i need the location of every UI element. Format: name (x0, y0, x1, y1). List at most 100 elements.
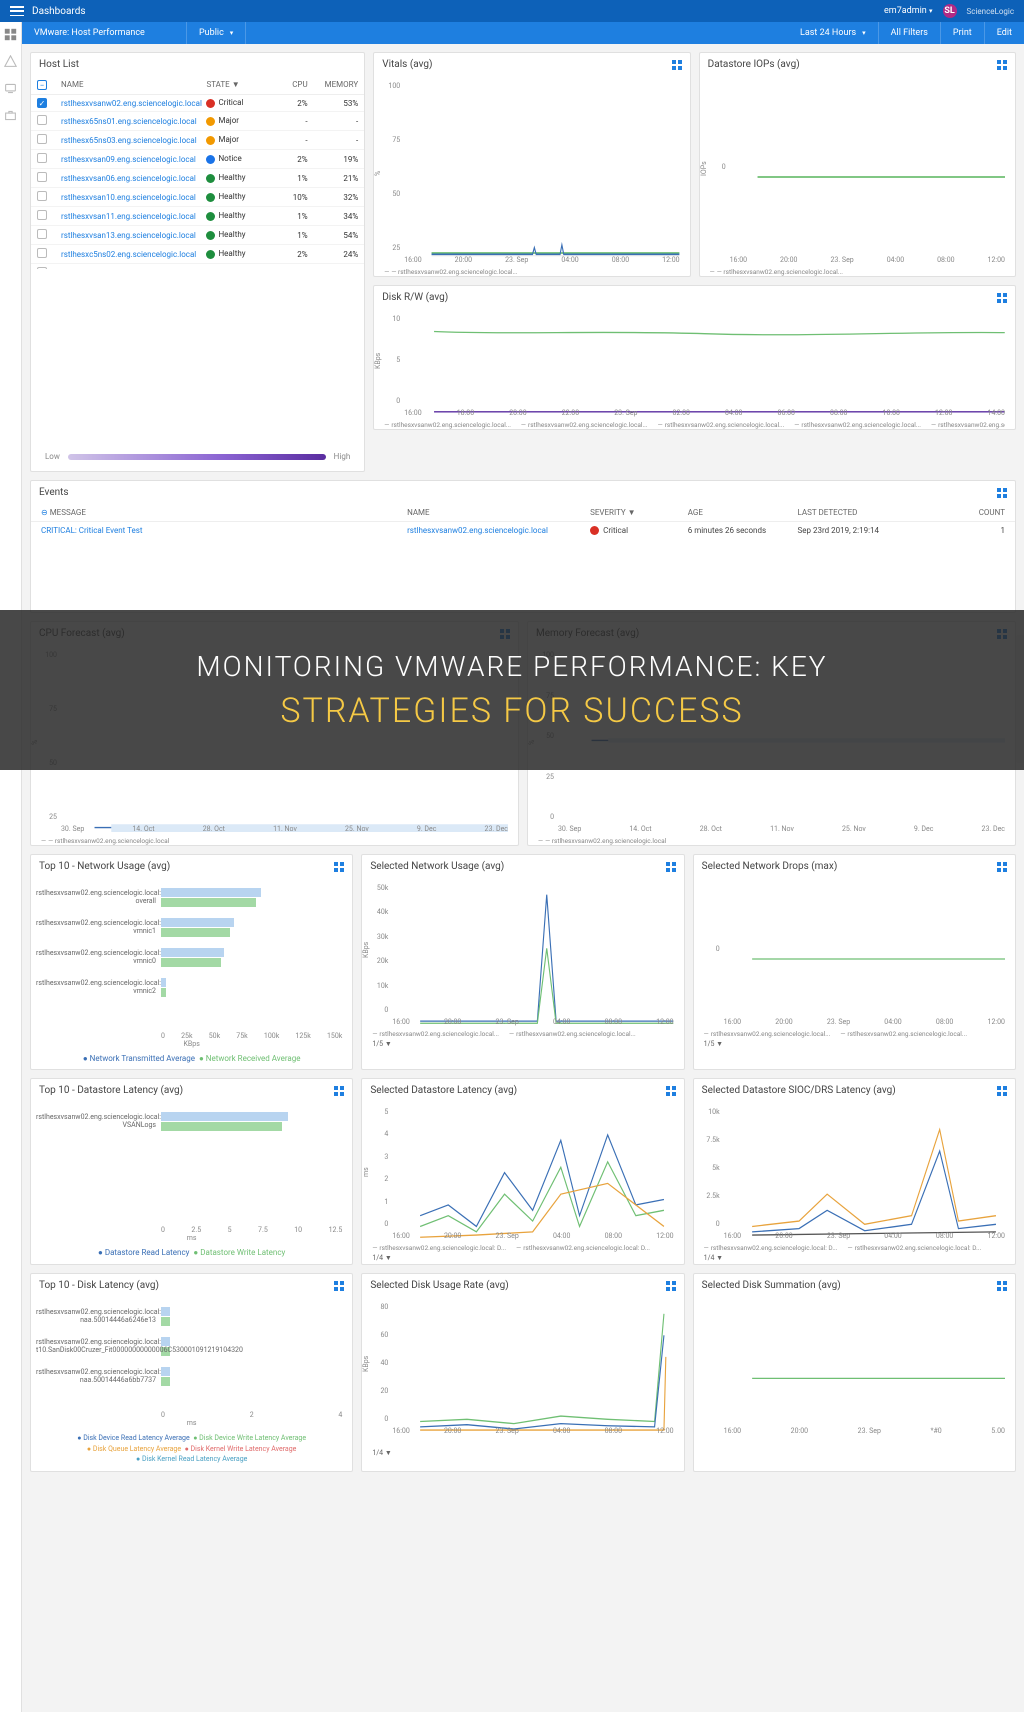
legend: Datastore Read Latency Datastore Write L… (31, 1242, 352, 1263)
selected-disk-rate-chart[interactable]: KBps 806040200 16:0020:0023. Sep04:0008:… (362, 1297, 683, 1447)
host-row[interactable]: rstlhesxvsan10.eng.sciencelogic.local He… (31, 188, 364, 207)
panel-menu-icon[interactable] (997, 1281, 1007, 1291)
row-checkbox[interactable] (37, 229, 47, 239)
row-checkbox[interactable] (37, 210, 47, 220)
brand-logo-icon: SL (943, 4, 957, 18)
selected-disk-summation-chart[interactable]: 16:0020:0023. Sep*#05.00 (694, 1297, 1015, 1447)
panel-menu-icon[interactable] (666, 1281, 676, 1291)
col-state[interactable]: STATE ▼ (206, 80, 269, 90)
visibility-dropdown[interactable]: Public ▾ (187, 22, 246, 44)
panel-menu-icon[interactable] (997, 488, 1007, 498)
host-name[interactable]: rstlhesxvsan11.eng.sciencelogic.local (61, 212, 206, 221)
app-title: Dashboards (32, 6, 86, 17)
host-row[interactable]: rstlhesxc5ns02.eng.sciencelogic.local He… (31, 245, 364, 264)
col-severity[interactable]: SEVERITY ▼ (590, 508, 688, 517)
row-checkbox[interactable]: ✓ (37, 98, 47, 108)
col-count[interactable]: COUNT (944, 508, 1005, 517)
panel-menu-icon[interactable] (997, 862, 1007, 872)
breadcrumb[interactable]: VMware: Host Performance (22, 22, 187, 44)
row-checkbox[interactable] (37, 153, 47, 163)
host-row[interactable]: rstlhesxvsan13.eng.sciencelogic.local He… (31, 226, 364, 245)
panel-menu-icon[interactable] (334, 1086, 344, 1096)
dashboard-icon[interactable] (4, 28, 17, 41)
all-filters-button[interactable]: All Filters (879, 22, 941, 44)
host-list-rows[interactable]: ✓ rstlhesxvsanw02.eng.sciencelogic.local… (31, 95, 364, 269)
host-row[interactable]: rstlhesxvsan11.eng.sciencelogic.local He… (31, 207, 364, 226)
row-checkbox[interactable] (37, 115, 47, 125)
host-name[interactable]: rstlhesxvsan06.eng.sciencelogic.local (61, 174, 206, 183)
vitals-chart[interactable]: 100755025 % 16:0020:0023. Sep04:0008:001… (374, 76, 689, 276)
panel-menu-icon[interactable] (672, 60, 682, 70)
pager[interactable]: 1/5 ▼ (694, 1038, 1015, 1050)
selected-drops-chart[interactable]: 0 16:0020:0023. Sep04:0008:0012:00 rstlh… (694, 878, 1015, 1038)
top10-disk-chart[interactable]: rstlhesxvsanw02.eng.sciencelogic.local: … (31, 1297, 352, 1407)
col-age[interactable]: AGE (688, 508, 798, 517)
panel-menu-icon[interactable] (334, 1281, 344, 1291)
row-checkbox[interactable] (37, 191, 47, 201)
host-name[interactable]: rstlhesxvsanw02.eng.sciencelogic.local (61, 99, 206, 108)
top10-datastore-chart[interactable]: rstlhesxvsanw02.eng.sciencelogic.local: … (31, 1102, 352, 1222)
panel-menu-icon[interactable] (997, 60, 1007, 70)
legend: Network Transmitted Average Network Rece… (31, 1048, 352, 1069)
col-name[interactable]: NAME (61, 80, 206, 90)
col-message[interactable]: MESSAGE (50, 508, 86, 517)
col-memory[interactable]: MEMORY (308, 80, 359, 90)
row-checkbox[interactable] (37, 248, 47, 258)
host-name[interactable]: rstlhesxvsan09.eng.sciencelogic.local (61, 155, 206, 164)
selected-sioc-chart[interactable]: 10k7.5k5k2.5k0 16:0020:0023. Sep04:0008:… (694, 1102, 1015, 1252)
host-row[interactable]: rstlhesxvsan09.eng.sciencelogic.local No… (31, 150, 364, 169)
alert-icon[interactable] (4, 55, 17, 68)
iops-panel: Datastore IOPs (avg) IOPs 0 16:0020:0023… (699, 52, 1016, 277)
host-name[interactable]: rstlhesx65ns01.eng.sciencelogic.local (61, 117, 206, 126)
host-row[interactable]: ✓ rstlhesxvsanw02.eng.sciencelogic.local… (31, 95, 364, 112)
device-icon[interactable] (4, 82, 17, 95)
host-name[interactable]: rstlhesx65ns03.eng.sciencelogic.local (61, 136, 206, 145)
col-cpu[interactable]: CPU (270, 80, 308, 90)
host-cpu: 2% (270, 155, 308, 164)
selected-dslat-chart[interactable]: ms 543210 16:0020:0023. Sep04:0008:0012:… (362, 1102, 683, 1252)
hamburger-menu-icon[interactable] (10, 6, 24, 16)
host-row[interactable]: rstlhesxvsan06.eng.sciencelogic.local He… (31, 169, 364, 188)
host-name[interactable]: rstlhesxc5ns02.eng.sciencelogic.local (61, 250, 206, 259)
host-name[interactable]: rstlhesxvsan13.eng.sciencelogic.local (61, 231, 206, 240)
pager[interactable]: 1/5 ▼ (362, 1038, 683, 1050)
time-range-dropdown[interactable]: Last 24 Hours ▾ (788, 22, 879, 44)
event-row[interactable]: CRITICAL: Critical Event Test rstlhesxvs… (31, 522, 1015, 539)
briefcase-icon[interactable] (4, 109, 17, 122)
select-all-checkbox[interactable]: − (37, 80, 47, 90)
panel-menu-icon[interactable] (666, 1086, 676, 1096)
user-menu[interactable]: em7admin ▾ (884, 6, 933, 16)
panel-menu-icon[interactable] (334, 862, 344, 872)
pager[interactable]: 1/4 ▼ (362, 1252, 683, 1264)
print-button[interactable]: Print (941, 22, 985, 44)
panel-title: Events (39, 487, 69, 498)
diskrw-chart[interactable]: KBps 1050 16:0018:0020:0022:0023. Sep02:… (374, 309, 1015, 429)
legend: Disk Device Read Latency Average Disk De… (31, 1427, 352, 1471)
bar (161, 948, 224, 957)
edit-button[interactable]: Edit (985, 22, 1024, 44)
host-row[interactable]: rstlhesx65ns01.eng.sciencelogic.local Ma… (31, 112, 364, 131)
host-state: Healthy (206, 192, 269, 201)
selected-network-chart[interactable]: KBps 50k40k30k20k10k0 16:0020:0023. Sep0… (362, 878, 683, 1038)
panel-title: Top 10 - Datastore Latency (avg) (39, 1085, 183, 1096)
top10-network-chart[interactable]: rstlhesxvsanw02.eng.sciencelogic.local: … (31, 878, 352, 1028)
col-last[interactable]: LAST DETECTED (798, 508, 944, 517)
bar (161, 928, 230, 937)
panel-menu-icon[interactable] (997, 1086, 1007, 1096)
panel-menu-icon[interactable] (997, 293, 1007, 303)
row-checkbox[interactable] (37, 134, 47, 144)
pager[interactable]: 1/4 ▼ (694, 1252, 1015, 1264)
panel-menu-icon[interactable] (666, 862, 676, 872)
bar (161, 898, 256, 907)
pager[interactable]: 1/4 ▼ (362, 1447, 683, 1459)
row-checkbox[interactable] (37, 172, 47, 182)
host-name[interactable]: rstlhesxvsan10.eng.sciencelogic.local (61, 193, 206, 202)
selected-dslat-panel: Selected Datastore Latency (avg) ms 5432… (361, 1078, 684, 1265)
iops-chart[interactable]: IOPs 0 16:0020:0023. Sep04:0008:0012:00 … (700, 76, 1015, 276)
host-row[interactable]: rstlhesx65ns03.eng.sciencelogic.local Ma… (31, 131, 364, 150)
panel-title: Vitals (avg) (382, 59, 432, 70)
col-name[interactable]: NAME (407, 508, 590, 517)
host-state: Notice (206, 154, 269, 163)
severity-slider[interactable]: Low High (31, 442, 364, 471)
banner-line-2: STRATEGIES FOR SUCCESS (280, 691, 743, 731)
